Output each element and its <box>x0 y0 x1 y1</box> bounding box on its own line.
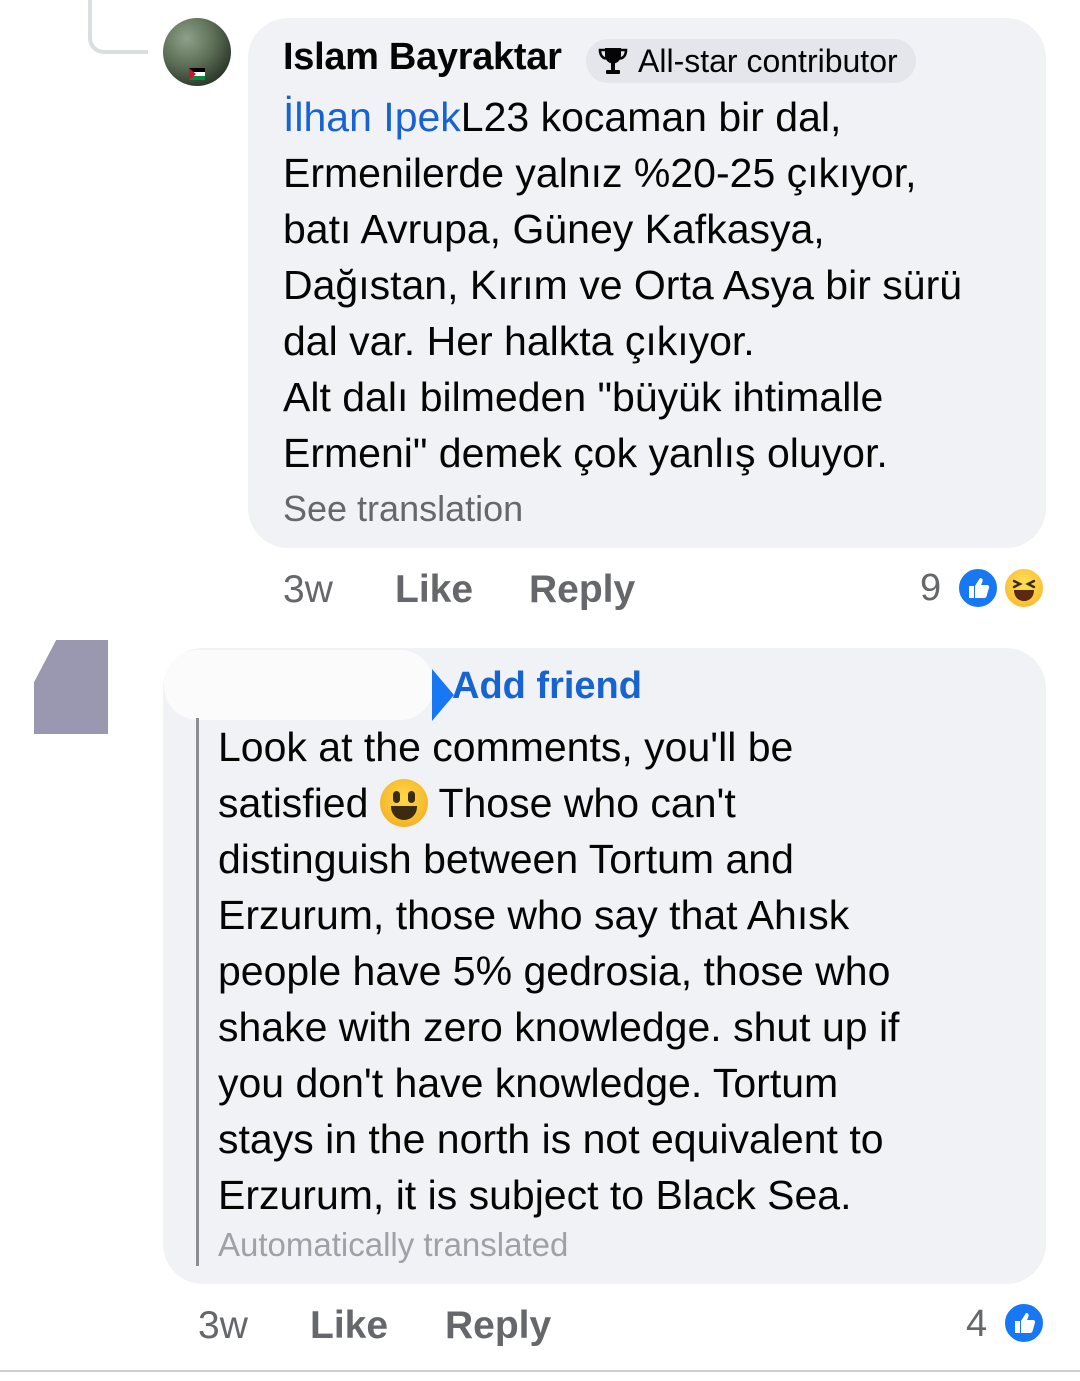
thread-connector-line <box>88 0 148 54</box>
reaction-count[interactable]: 4 <box>966 1303 987 1346</box>
add-friend-label: Add friend <box>452 665 642 707</box>
divider <box>0 1370 1080 1372</box>
comment-time[interactable]: 3w <box>283 568 333 612</box>
see-translation-link[interactable]: See translation <box>283 488 523 530</box>
redacted-author-name <box>164 650 434 720</box>
comment-body: L23 kocaman bir dal, Ermenilerde yalnız … <box>283 94 963 476</box>
flag-icon <box>189 68 205 80</box>
auto-translated-label[interactable]: Automatically translated <box>218 1226 568 1264</box>
trophy-icon <box>598 48 628 74</box>
haha-reaction-icon[interactable] <box>1002 566 1046 610</box>
reaction-count[interactable]: 9 <box>920 567 941 610</box>
mention-link[interactable]: İlhan Ipek <box>283 94 461 140</box>
reply-button[interactable]: Reply <box>445 1304 551 1348</box>
avatar[interactable] <box>34 640 108 734</box>
timestamp[interactable]: 3w <box>198 1304 248 1347</box>
translation-quote-bar <box>196 718 199 1266</box>
comment-text: Look at the comments, you'll be satisfie… <box>218 719 1018 1223</box>
badge-label: All-star contributor <box>638 42 898 79</box>
comment-time[interactable]: 3w <box>198 1304 248 1348</box>
like-reaction-icon[interactable] <box>956 566 1000 610</box>
like-reaction-icon[interactable] <box>1002 1301 1046 1345</box>
timestamp[interactable]: 3w <box>283 568 333 611</box>
avatar[interactable] <box>163 18 231 86</box>
reply-button[interactable]: Reply <box>529 568 635 612</box>
like-button[interactable]: Like <box>395 568 473 612</box>
text-cursor-marker <box>432 669 454 721</box>
add-friend-link[interactable]: Add friend <box>432 665 642 721</box>
comment-text: İlhan IpekL23 kocaman bir dal, Ermeniler… <box>283 89 1023 481</box>
like-button[interactable]: Like <box>310 1304 388 1348</box>
contributor-badge[interactable]: All-star contributor <box>586 39 916 83</box>
comment-author-name[interactable]: Islam Bayraktar <box>283 36 562 79</box>
grinning-face-emoji-icon <box>379 779 428 827</box>
comment-body-part2: Those who can't distinguish between Tort… <box>218 780 900 1218</box>
